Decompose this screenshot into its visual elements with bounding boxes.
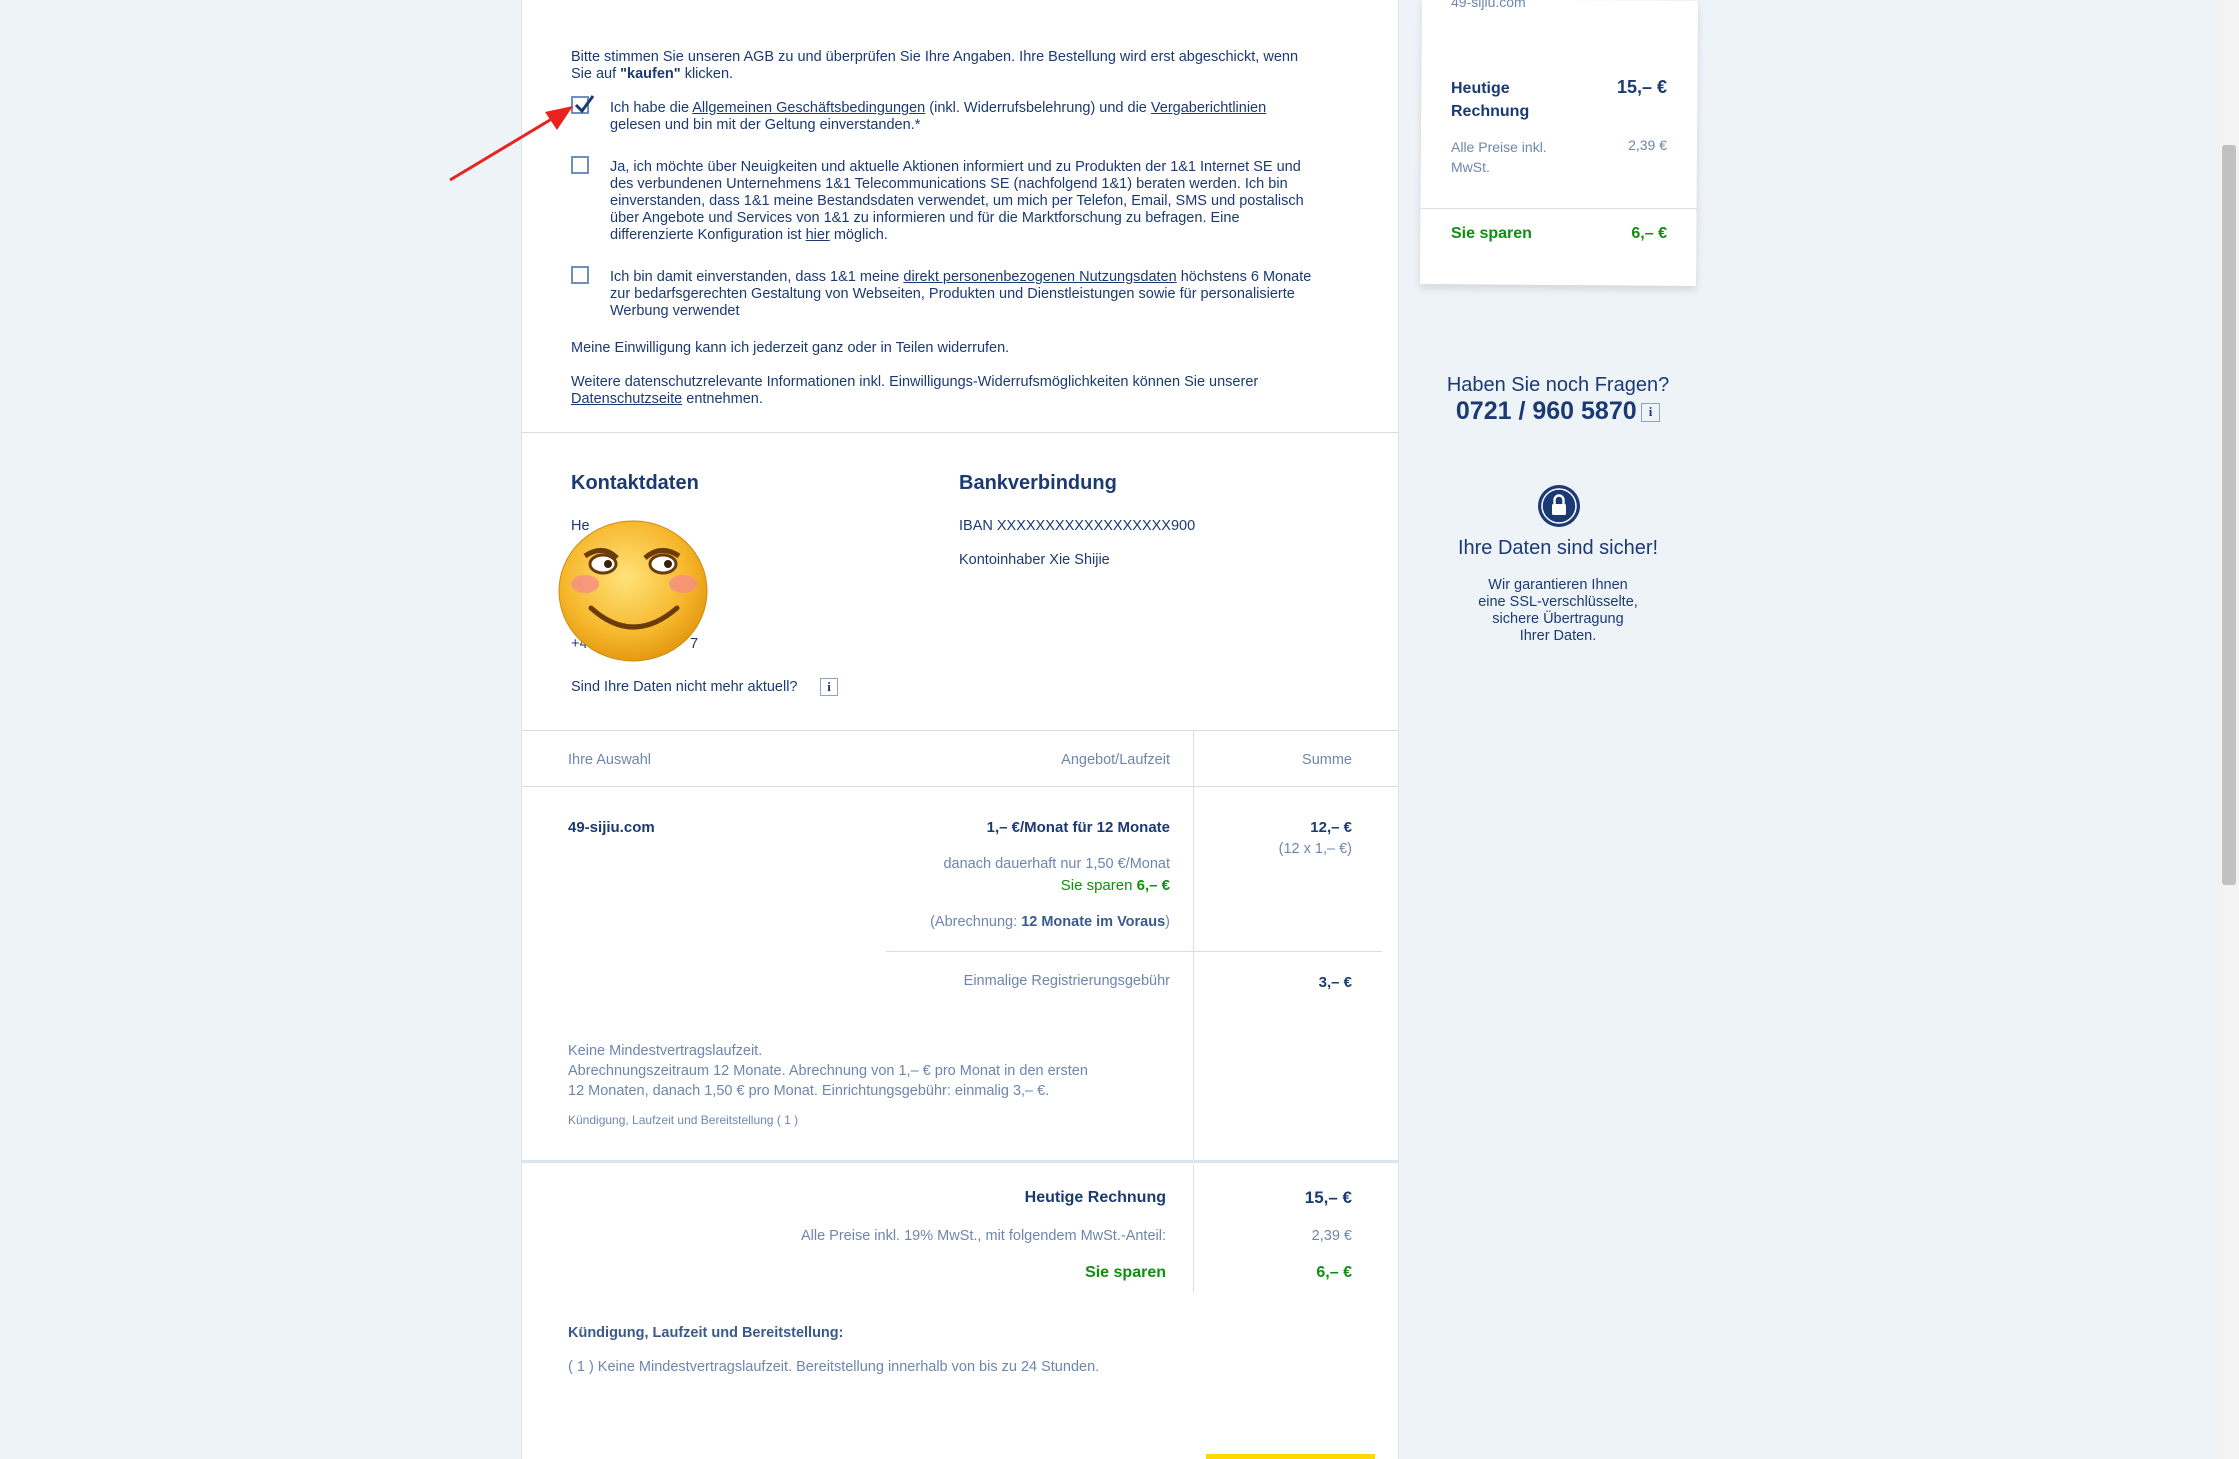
bank-iban: IBAN XXXXXXXXXXXXXXXXXX900 — [959, 518, 1196, 534]
lock-icon — [1538, 485, 1580, 527]
info-icon[interactable]: i — [820, 678, 838, 696]
smiley-sticker-icon — [558, 520, 708, 662]
help-phone[interactable]: 0721 / 960 5870 — [1456, 397, 1637, 425]
col-header-selection: Ihre Auswahl — [568, 752, 652, 768]
summary-savings-label: Sie sparen — [1451, 225, 1532, 242]
contract-note-small: Kündigung, Laufzeit und Bereitstellung (… — [568, 1113, 799, 1127]
usage-data-consent-text: Ich bin damit einverstanden, dass 1&1 me… — [610, 269, 1312, 319]
usage-data-checkbox[interactable] — [571, 266, 589, 284]
revoke-note: Meine Einwilligung kann ich jederzeit ga… — [571, 340, 1010, 356]
offer-price: 1,– €/Monat für 12 Monate — [986, 819, 1170, 836]
product-name: 49-sijiu.com — [568, 819, 655, 836]
col-header-offer: Angebot/Laufzeit — [1061, 752, 1170, 768]
offer-savings: Sie sparen 6,– € — [1060, 877, 1170, 894]
vergaberichtlinien-link[interactable]: Vergaberichtlinien — [1151, 100, 1266, 116]
help-phone-row: 0721 / 960 5870 i — [1420, 397, 1696, 426]
annotation-arrow-icon — [449, 106, 573, 182]
offer-billing: (Abrechnung: 12 Monate im Voraus) — [930, 914, 1170, 930]
total-vat-value: 2,39 € — [1311, 1228, 1352, 1244]
newsletter-consent-text: Ja, ich möchte über Neuigkeiten und aktu… — [610, 159, 1304, 243]
buy-button[interactable] — [1206, 1454, 1375, 1459]
summary-today-label: Heutige Rechnung — [1451, 80, 1530, 120]
secure-text: Wir garantieren Ihnen eine SSL-verschlüs… — [1478, 577, 1638, 644]
column-divider — [1193, 730, 1194, 1160]
divider — [521, 1160, 1398, 1163]
divider — [886, 951, 1382, 952]
summary-today-value: 15,– € — [1616, 77, 1667, 97]
total-today-label: Heutige Rechnung — [1024, 1189, 1166, 1206]
terms-title: Kündigung, Laufzeit und Bereitstellung: — [568, 1325, 844, 1341]
item-sum: 12,– € — [1310, 819, 1352, 836]
column-divider — [1193, 1165, 1194, 1292]
agb-intro: Bitte stimmen Sie unseren AGB zu und übe… — [571, 49, 1298, 83]
agb-link[interactable]: Allgemeinen Geschäftsbedingungen — [692, 100, 925, 116]
reg-fee-value: 3,– € — [1318, 974, 1352, 991]
summary-savings-value: 6,– € — [1631, 225, 1667, 242]
usage-data-link[interactable]: direkt personenbezogenen Nutzungsdaten — [903, 269, 1176, 285]
summary-domain: 49-sijiu.com — [1451, 0, 1526, 10]
agb-intro-line-1: Bitte stimmen Sie unseren AGB zu und übe… — [571, 49, 1299, 65]
configuration-link[interactable]: hier — [806, 227, 830, 243]
info-icon[interactable]: i — [1641, 403, 1661, 422]
total-today-value: 15,– € — [1304, 1188, 1352, 1207]
divider — [521, 730, 1398, 731]
summary-vat-label: Alle Preise inkl. MwSt. — [1451, 139, 1547, 175]
total-savings-label: Sie sparen — [1085, 1264, 1166, 1281]
agb-consent-text: Ich habe die Allgemeinen Geschäftsbeding… — [610, 100, 1267, 133]
privacy-page-link[interactable]: Datenschutzseite — [571, 391, 682, 407]
item-sum-detail: (12 x 1,– €) — [1278, 841, 1352, 857]
scrollbar-thumb[interactable] — [2222, 145, 2236, 885]
reg-fee-label: Einmalige Registrierungsgebühr — [963, 973, 1170, 989]
divider — [521, 786, 1398, 787]
privacy-note: Weitere datenschutzrelevante Information… — [571, 374, 1259, 407]
bank-title: Bankverbindung — [959, 472, 1117, 494]
bank-holder: Kontoinhaber Xie Shijie — [959, 552, 1110, 568]
offer-after: danach dauerhaft nur 1,50 €/Monat — [943, 856, 1170, 872]
help-question: Haben Sie noch Fragen? — [1446, 374, 1670, 396]
outdated-data-note: Sind Ihre Daten nicht mehr aktuell? — [571, 679, 798, 695]
terms-text: ( 1 ) Keine Mindestvertragslaufzeit. Ber… — [568, 1359, 1100, 1375]
divider — [521, 432, 1398, 433]
col-header-sum: Summe — [1302, 752, 1352, 768]
secure-title: Ihre Daten sind sicher! — [1457, 537, 1659, 559]
total-savings-value: 6,– € — [1316, 1264, 1352, 1281]
contact-title: Kontaktdaten — [571, 472, 699, 494]
newsletter-checkbox[interactable] — [571, 156, 589, 174]
contract-notes: Keine Mindestvertragslaufzeit. Abrechnun… — [568, 1043, 1088, 1099]
total-vat-label: Alle Preise inkl. 19% MwSt., mit folgend… — [800, 1228, 1166, 1244]
summary-vat-value: 2,39 € — [1628, 137, 1667, 153]
agb-intro-line-2: Sie auf "kaufen" klicken. — [571, 66, 734, 82]
divider — [1421, 208, 1697, 209]
